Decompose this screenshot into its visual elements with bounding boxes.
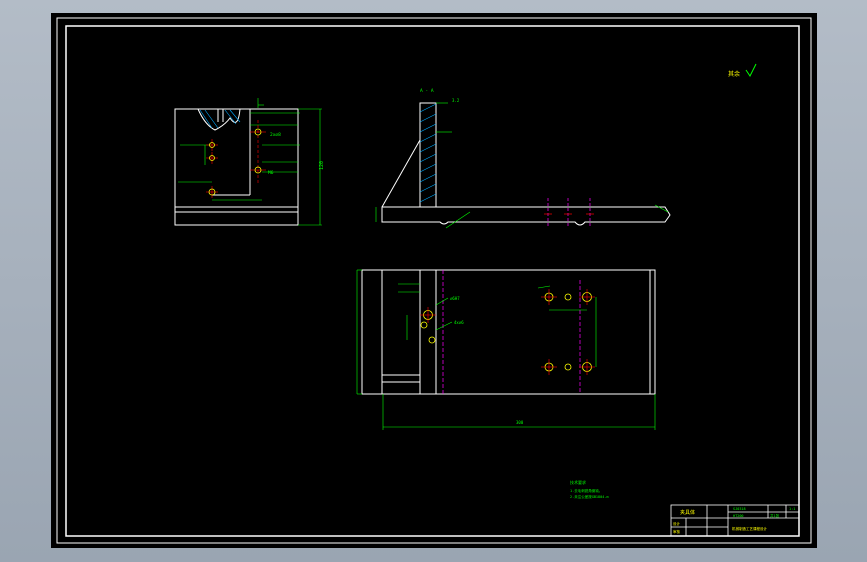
title-material: HT200 [733,514,744,518]
title-scale: 1:1 [789,507,795,511]
title-checker: 审核 [673,529,681,534]
tech-req-2: 2.未注公差按GB1804-m [570,494,609,499]
dim-bottom: 300 [516,420,524,425]
title-company: 机械制造工艺课程设计 [732,526,767,531]
title-drawing-no: SJ0318 [733,507,746,511]
title-sheet: 共1张 [770,513,780,518]
hole-label-1: 2x∅8 [270,132,281,138]
title-designer: 设计 [673,521,681,526]
title-name: 夹具体 [680,509,695,516]
tech-req-1: 1.去毛刺锐角倒钝。 [570,488,602,493]
hole-label-4: M6 [268,170,274,176]
drawing-sheet [51,13,817,548]
hole-label-3: 4x∅6 [454,320,464,325]
dim-ra: 3.2 [452,98,460,103]
cad-drawing: 其余 2x∅8 M6 120 A - A 3.2 ∅6H7 4x∅6 300 技… [51,13,817,548]
roughness-note: 其余 [728,70,740,78]
hole-label-2: ∅6H7 [450,296,460,301]
dim-left: 120 [319,161,325,170]
tech-req-title: 技术要求 [570,479,586,485]
section-label: A - A [420,88,434,94]
